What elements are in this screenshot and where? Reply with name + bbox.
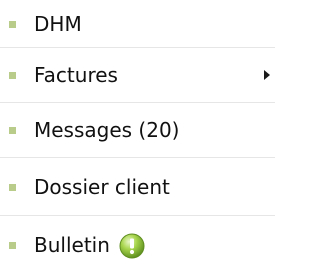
side-menu: DHM Factures Messages (20) Dossier clien… (0, 0, 275, 274)
menu-item-label: Bulletin (34, 233, 110, 257)
menu-item-label: Dossier client (34, 174, 170, 199)
menu-item-bulletin[interactable]: Bulletin (0, 216, 275, 274)
alert-icon (119, 233, 145, 259)
menu-item-label: DHM (34, 11, 82, 36)
menu-item-messages[interactable]: Messages (20) (0, 103, 275, 158)
square-bullet-icon (9, 183, 16, 191)
square-bullet-icon (9, 242, 16, 249)
square-bullet-icon (9, 72, 16, 79)
chevron-right-icon (264, 70, 270, 80)
menu-item-dossier-client[interactable]: Dossier client (0, 158, 275, 216)
menu-item-factures[interactable]: Factures (0, 48, 275, 103)
menu-item-label: Factures (34, 63, 118, 87)
square-bullet-icon (9, 20, 16, 28)
square-bullet-icon (9, 127, 16, 134)
menu-item-dhm[interactable]: DHM (0, 0, 275, 48)
menu-item-label: Messages (20) (34, 118, 180, 142)
